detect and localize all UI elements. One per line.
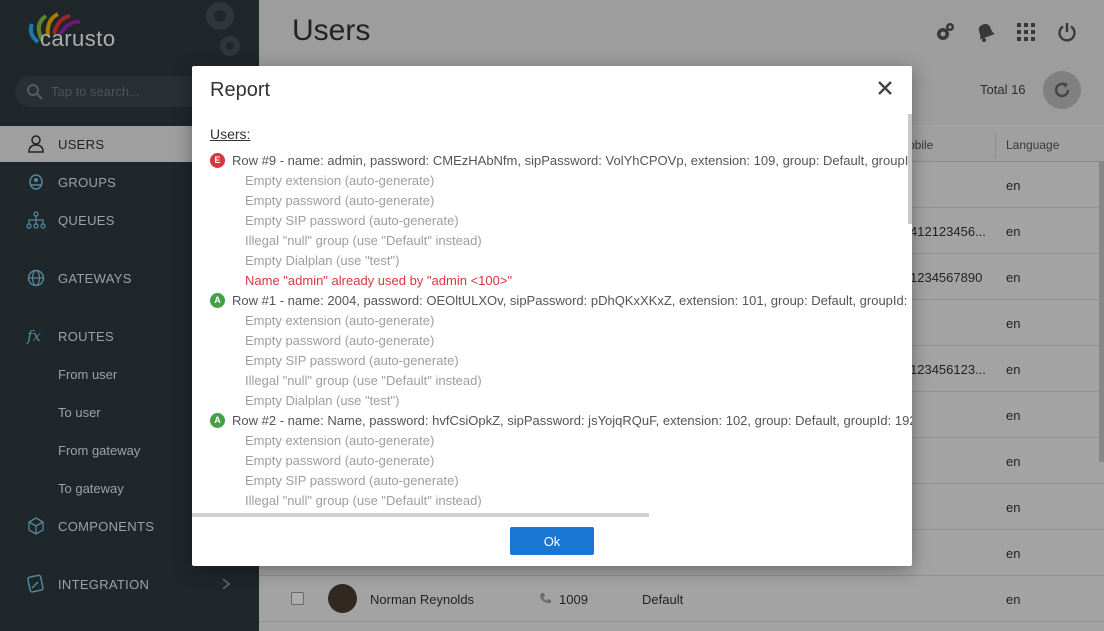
- error-badge: E: [210, 152, 225, 168]
- entry-message: Empty extension (auto-generate): [245, 432, 435, 448]
- report-entry: A Row #1 - name: 2004, password: OEOltUL…: [210, 290, 912, 310]
- ok-button[interactable]: Ok: [510, 527, 594, 555]
- report-entry: E Row #9 - name: admin, password: CMEzHA…: [210, 150, 912, 170]
- entry-text: Row #1 - name: 2004, password: OEOltULXO…: [232, 292, 912, 308]
- entry-message: Empty SIP password (auto-generate): [245, 352, 459, 368]
- entry-message: Illegal "null" group (use "Default" inst…: [245, 492, 482, 508]
- dialog-title: Report: [210, 79, 271, 101]
- report-content[interactable]: Users: E Row #9 - name: admin, password:…: [192, 114, 912, 514]
- dialog-vertical-scrollbar[interactable]: [908, 114, 912, 224]
- entry-message: Empty password (auto-generate): [245, 452, 435, 468]
- entry-message: Illegal "null" group (use "Default" inst…: [245, 372, 482, 388]
- entry-message: Empty extension (auto-generate): [245, 312, 435, 328]
- report-dialog: Report Users: E Row #9 - name: admin, pa…: [192, 66, 912, 566]
- entry-message: Empty Dialplan (use "test"): [245, 392, 400, 408]
- entry-message: Empty password (auto-generate): [245, 192, 435, 208]
- close-icon[interactable]: [877, 80, 893, 96]
- entry-message: Empty password (auto-generate): [245, 332, 435, 348]
- added-badge: A: [210, 412, 225, 428]
- entry-text: Row #9 - name: admin, password: CMEzHAbN…: [232, 152, 912, 168]
- dialog-horizontal-scrollbar[interactable]: [192, 513, 649, 517]
- entry-text: Row #2 - name: Name, password: hvfCsiOpk…: [232, 412, 912, 428]
- entry-error-message: Name "admin" already used by "admin <100…: [245, 272, 513, 288]
- entry-message: Empty extension (auto-generate): [245, 172, 435, 188]
- added-badge: A: [210, 292, 225, 308]
- entry-message: Illegal "null" group (use "Default" inst…: [245, 232, 482, 248]
- entry-message: Empty SIP password (auto-generate): [245, 472, 459, 488]
- report-entry: A Row #2 - name: Name, password: hvfCsiO…: [210, 410, 912, 430]
- entry-message: Empty SIP password (auto-generate): [245, 212, 459, 228]
- entry-message: Empty Dialplan (use "test"): [245, 252, 400, 268]
- section-title: Users:: [210, 126, 251, 142]
